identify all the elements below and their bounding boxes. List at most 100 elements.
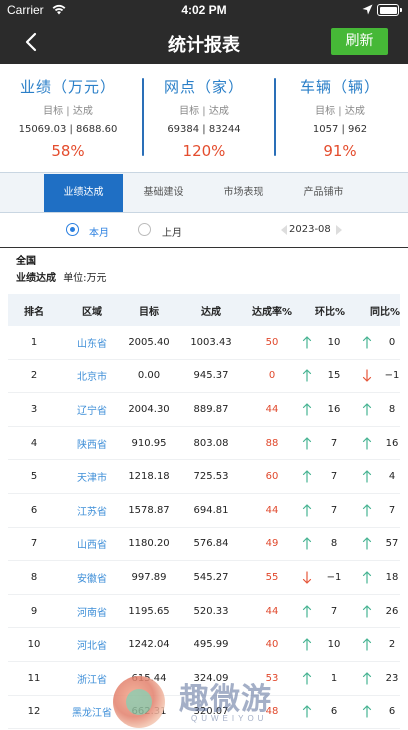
cell-target: 615.44 xyxy=(131,672,167,684)
cell-target: 997.89 xyxy=(131,571,167,583)
cell-area-link[interactable]: 江苏省 xyxy=(66,494,118,527)
arrow-up-icon xyxy=(302,403,312,416)
cell-area-link[interactable]: 河北省 xyxy=(66,628,118,661)
cell-yoy-trend xyxy=(359,662,375,695)
stat-sales-percent: 58% xyxy=(51,142,85,160)
cell-rate: 44 xyxy=(265,403,279,415)
cell-area-link[interactable]: 山西省 xyxy=(66,528,118,561)
cell-yoy-trend xyxy=(359,696,375,729)
arrow-up-icon xyxy=(362,403,372,416)
arrow-up-icon xyxy=(302,336,312,349)
tab-market[interactable]: 市场表现 xyxy=(204,174,283,212)
cell-yoy: 2 xyxy=(388,639,396,651)
cell-area-link[interactable]: 河南省 xyxy=(66,595,118,628)
tab-performance[interactable]: 业绩达成 xyxy=(44,174,123,212)
radio-last-month-label[interactable]: 上月 xyxy=(162,224,182,239)
cell-yoy-trend xyxy=(359,460,375,493)
table-row: 6 江苏省 1578.87 694.81 44 7 7 xyxy=(8,494,400,528)
cell-area-link[interactable]: 陕西省 xyxy=(66,427,118,460)
radio-last-month[interactable] xyxy=(138,223,151,236)
stat-vehicles-percent: 91% xyxy=(323,142,357,160)
cell-done: 945.37 xyxy=(193,370,229,382)
cell-rate: 49 xyxy=(265,538,279,550)
radio-this-month-label[interactable]: 本月 xyxy=(89,224,109,239)
cell-mom-trend xyxy=(299,427,315,460)
header-target: 目标 xyxy=(139,306,159,318)
tab-product-coverage[interactable]: 产品铺市 xyxy=(284,174,363,212)
cell-target: 1242.04 xyxy=(128,639,170,651)
cell-area-link[interactable]: 天津市 xyxy=(66,460,118,493)
cell-rate: 50 xyxy=(265,336,279,348)
cell-yoy-trend xyxy=(359,494,375,527)
region-label: 全国 xyxy=(16,256,36,267)
cell-done: 324.09 xyxy=(193,672,229,684)
cell-area-link[interactable]: 黑龙江省 xyxy=(66,696,118,729)
cell-mom: 7 xyxy=(330,437,338,449)
cell-area-link[interactable]: 山东省 xyxy=(66,326,118,359)
date-picker[interactable]: 2023-08 xyxy=(289,224,331,235)
date-prev-icon[interactable] xyxy=(281,225,287,235)
arrow-up-icon xyxy=(362,672,372,685)
arrow-down-icon xyxy=(362,369,372,382)
header-done: 达成 xyxy=(201,306,221,318)
table-row: 11 浙江省 615.44 324.09 53 1 23 xyxy=(8,662,400,696)
cell-done: 545.27 xyxy=(193,571,229,583)
cell-rank: 9 xyxy=(30,605,38,617)
table-row: 2 北京市 0.00 945.37 0 15 −1 xyxy=(8,360,400,394)
stat-vehicles-title: 车辆（辆） xyxy=(299,78,380,96)
navigation-bar: 统计报表 刷新 xyxy=(0,20,408,64)
arrow-up-icon xyxy=(362,504,372,517)
arrow-up-icon xyxy=(302,672,312,685)
period-selector: 本月 上月 2023-08 xyxy=(0,214,408,248)
cell-rate: 55 xyxy=(265,571,279,583)
cell-done: 1003.43 xyxy=(190,336,232,348)
header-yoy: 同比% xyxy=(369,306,401,318)
cell-area-link[interactable]: 安徽省 xyxy=(66,561,118,594)
stat-outlets: 网点（家） 目标 | 达成 69384 | 83244 120% xyxy=(136,64,272,170)
cell-area-link[interactable]: 辽宁省 xyxy=(66,393,118,426)
arrow-up-icon xyxy=(362,638,372,651)
radio-this-month[interactable] xyxy=(66,223,79,236)
stat-sales: 业绩（万元） 目标 | 达成 15069.03 | 8688.60 58% xyxy=(0,64,136,170)
cell-mom: −1 xyxy=(326,571,342,583)
cell-yoy-trend xyxy=(359,595,375,628)
cell-mom-trend xyxy=(299,528,315,561)
cell-done: 320.07 xyxy=(193,706,229,718)
cell-yoy: 26 xyxy=(385,605,399,617)
cell-mom: 6 xyxy=(330,706,338,718)
report-tabs: 业绩达成 基础建设 市场表现 产品铺市 xyxy=(0,172,408,213)
cell-mom-trend xyxy=(299,628,315,661)
cell-mom-trend xyxy=(299,696,315,729)
date-next-icon[interactable] xyxy=(336,225,342,235)
app-header: Carrier 4:02 PM 统计报表 刷新 xyxy=(0,0,408,64)
table-body: 1 山东省 2005.40 1003.43 50 10 0 2 北京市 0.00 945.37 0 15… xyxy=(8,326,400,730)
refresh-button[interactable]: 刷新 xyxy=(331,28,388,55)
cell-mom: 1 xyxy=(330,672,338,684)
table-row: 4 陕西省 910.95 803.08 88 7 16 xyxy=(8,427,400,461)
cell-rate: 88 xyxy=(265,437,279,449)
stat-sales-sub: 目标 | 达成 xyxy=(43,106,93,117)
stat-outlets-values: 69384 | 83244 xyxy=(167,124,241,135)
cell-yoy-trend xyxy=(359,427,375,460)
cell-rank: 6 xyxy=(30,504,38,516)
stat-outlets-percent: 120% xyxy=(182,142,226,160)
cell-mom: 16 xyxy=(327,403,341,415)
section-heading: 业绩达成 单位:万元 xyxy=(16,269,107,284)
cell-mom: 8 xyxy=(330,538,338,550)
cell-done: 694.81 xyxy=(193,504,229,516)
cell-area-link[interactable]: 浙江省 xyxy=(66,662,118,695)
tab-infrastructure[interactable]: 基础建设 xyxy=(124,174,203,212)
cell-rank: 11 xyxy=(27,672,41,684)
cell-yoy-trend xyxy=(359,393,375,426)
cell-rate: 53 xyxy=(265,672,279,684)
cell-yoy: 0 xyxy=(388,336,396,348)
cell-rate: 44 xyxy=(265,504,279,516)
cell-area-link[interactable]: 北京市 xyxy=(66,360,118,393)
cell-target: 1218.18 xyxy=(128,471,170,483)
cell-yoy: 57 xyxy=(385,538,399,550)
arrow-up-icon xyxy=(362,571,372,584)
cell-yoy-trend xyxy=(359,561,375,594)
arrow-up-icon xyxy=(302,504,312,517)
table-row: 12 黑龙江省 662.31 320.07 48 6 6 xyxy=(8,696,400,730)
cell-rank: 7 xyxy=(30,538,38,550)
